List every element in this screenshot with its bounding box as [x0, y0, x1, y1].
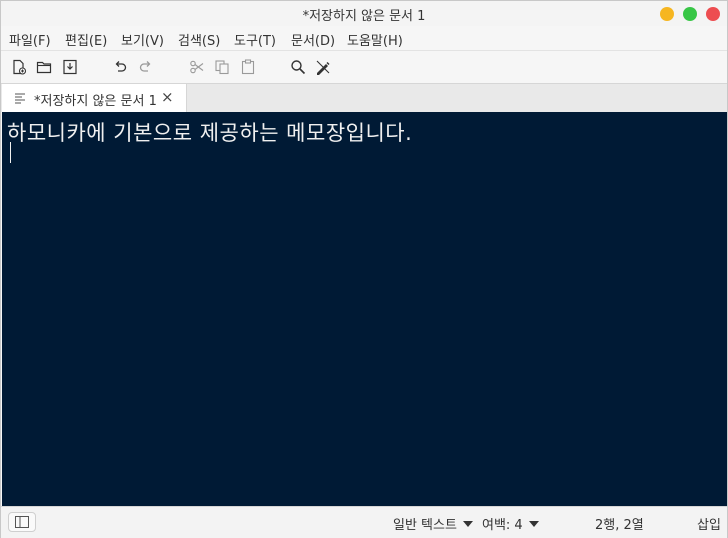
- save-icon[interactable]: [61, 58, 79, 76]
- window-title: *저장하지 않은 문서 1: [302, 9, 426, 24]
- chevron-down-icon: [528, 521, 539, 527]
- redo-icon[interactable]: [137, 58, 155, 76]
- toolbar: [1, 50, 727, 84]
- sidebar-toggle-button[interactable]: [8, 512, 36, 532]
- tab-label: *저장하지 않은 문서 1: [34, 94, 157, 109]
- chevron-down-icon: [462, 521, 473, 527]
- sidebar-icon: [15, 516, 29, 528]
- menu-tools[interactable]: 도구(T): [234, 30, 276, 49]
- editor-text-line: 하모니카에 기본으로 제공하는 메모장입니다.: [7, 121, 413, 145]
- tab-width-label: 여백: 4: [482, 518, 523, 533]
- copy-icon[interactable]: [213, 58, 231, 76]
- minimize-button[interactable]: [660, 7, 674, 21]
- tab-width-selector[interactable]: 여백: 4: [482, 514, 539, 533]
- tab-close-icon[interactable]: ×: [161, 88, 174, 106]
- spell-check-icon[interactable]: [314, 58, 332, 76]
- insert-mode-indicator[interactable]: 삽입: [697, 514, 721, 533]
- search-icon[interactable]: [289, 58, 307, 76]
- cut-icon[interactable]: [188, 58, 206, 76]
- syntax-selector[interactable]: 일반 텍스트: [393, 514, 473, 533]
- text-document-icon: [15, 93, 25, 104]
- open-folder-icon[interactable]: [35, 58, 53, 76]
- new-document-icon[interactable]: [10, 58, 28, 76]
- paste-icon[interactable]: [239, 58, 257, 76]
- menu-bar: 파일(F) 편집(E) 보기(V) 검색(S) 도구(T) 문서(D) 도움말(…: [1, 26, 727, 50]
- menu-file[interactable]: 파일(F): [9, 30, 51, 49]
- menu-view[interactable]: 보기(V): [121, 30, 164, 49]
- menu-document[interactable]: 문서(D): [291, 30, 335, 49]
- text-editor[interactable]: 하모니카에 기본으로 제공하는 메모장입니다.: [2, 112, 727, 506]
- cursor-position: 2행, 2열: [595, 518, 644, 533]
- tab-untitled-document[interactable]: *저장하지 않은 문서 1 ×: [2, 84, 187, 112]
- undo-icon[interactable]: [111, 58, 129, 76]
- menu-help[interactable]: 도움말(H): [347, 30, 403, 49]
- status-bar: 일반 텍스트 여백: 4 2행, 2열 삽입: [1, 506, 727, 538]
- menu-search[interactable]: 검색(S): [178, 30, 220, 49]
- maximize-button[interactable]: [683, 7, 697, 21]
- text-cursor: [10, 142, 11, 163]
- tab-strip: *저장하지 않은 문서 1 ×: [1, 83, 727, 112]
- close-button[interactable]: [706, 7, 720, 21]
- title-bar: *저장하지 않은 문서 1: [1, 1, 727, 26]
- app-window: *저장하지 않은 문서 1 파일(F) 편집(E) 보기(V) 검색(S) 도구…: [0, 0, 728, 538]
- syntax-label: 일반 텍스트: [393, 518, 457, 533]
- menu-edit[interactable]: 편집(E): [65, 30, 107, 49]
